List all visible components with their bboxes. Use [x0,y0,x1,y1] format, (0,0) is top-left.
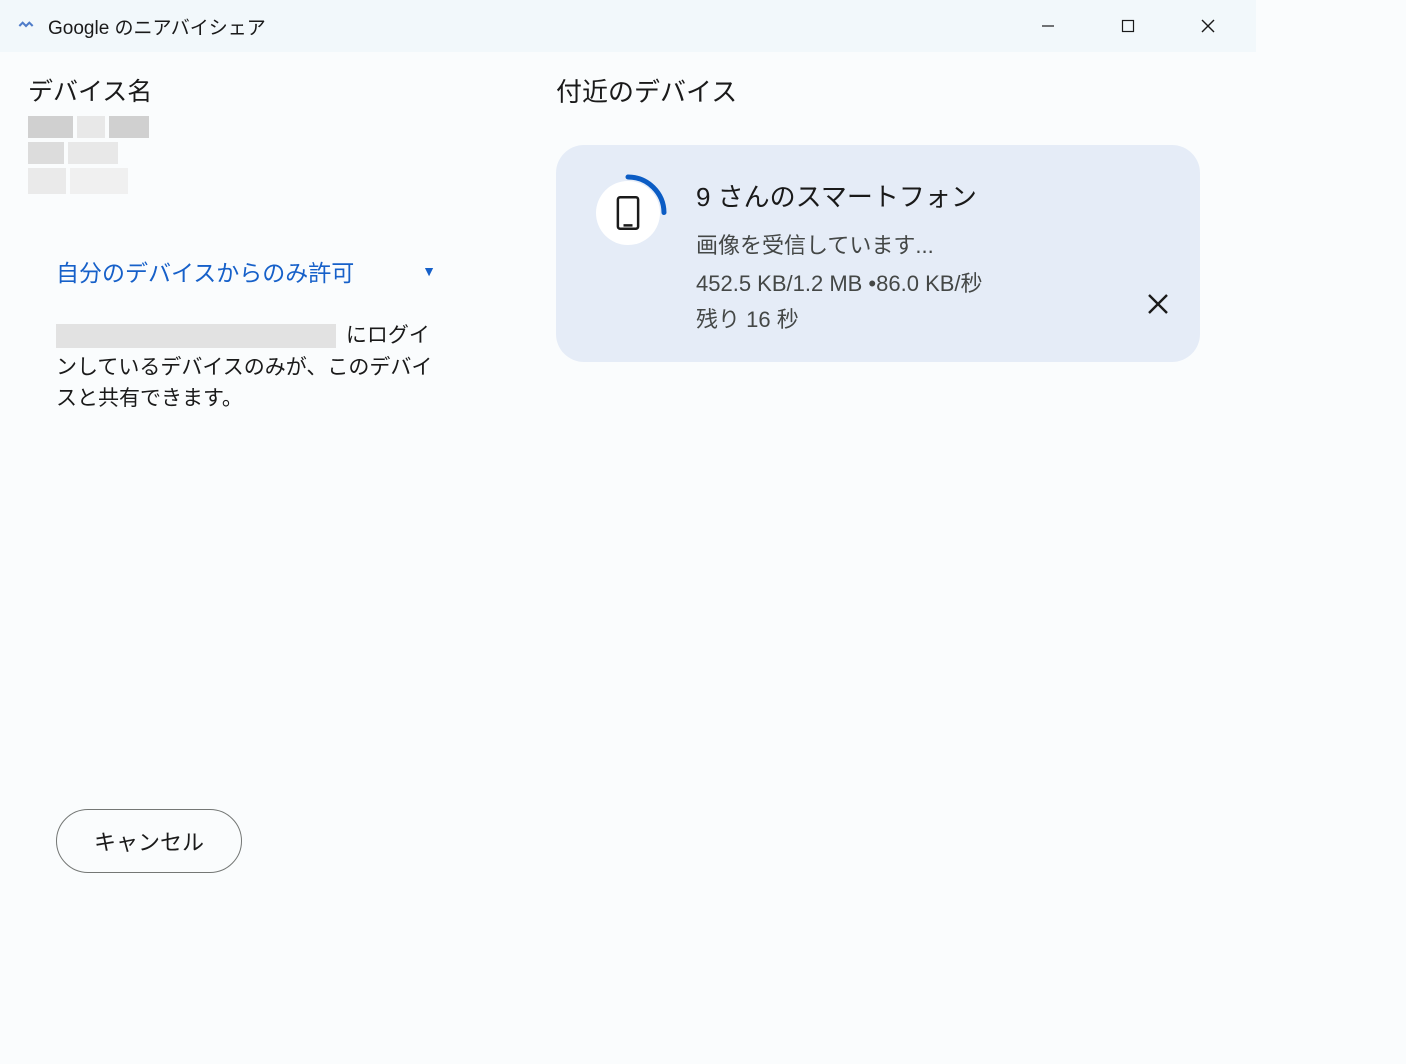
device-time-remaining: 残り 16 秒 [696,302,1172,334]
window-title: Google のニアバイシェア [48,13,1008,40]
visibility-label: 自分のデバイスからのみ許可 [56,254,354,288]
device-name-value [28,116,188,194]
titlebar: Google のニアバイシェア [0,0,1256,52]
maximize-button[interactable] [1088,0,1168,52]
device-title: 9 さんのスマートフォン [696,177,1172,214]
device-info: 9 さんのスマートフォン 画像を受信しています... 452.5 KB/1.2 … [696,173,1172,334]
cancel-transfer-button[interactable] [1140,286,1176,322]
smartphone-icon [596,181,660,245]
close-window-button[interactable] [1168,0,1248,52]
visibility-description: にログインしているデバイスのみが、このデバイスと共有できます。 [28,320,444,415]
device-progress-text: 452.5 KB/1.2 MB •86.0 KB/秒 [696,266,1172,298]
visibility-dropdown[interactable]: 自分のデバイスからのみ許可 ▼ [28,242,444,300]
nearby-devices-title: 付近のデバイス [556,72,1200,109]
minimize-button[interactable] [1008,0,1088,52]
progress-indicator [588,173,668,253]
device-name-label: デバイス名 [28,72,444,108]
left-panel: デバイス名 自分のデバイスからのみ許可 ▼ [0,52,480,901]
window-controls [1008,0,1248,52]
device-status: 画像を受信しています... [696,228,1172,260]
device-card[interactable]: 9 さんのスマートフォン 画像を受信しています... 452.5 KB/1.2 … [556,145,1200,362]
chevron-down-icon: ▼ [422,263,436,279]
cancel-button[interactable]: キャンセル [56,809,242,873]
right-panel: 付近のデバイス 9 さんのスマートフォン [480,52,1256,901]
redacted-account [56,324,336,348]
app-icon [16,16,36,36]
